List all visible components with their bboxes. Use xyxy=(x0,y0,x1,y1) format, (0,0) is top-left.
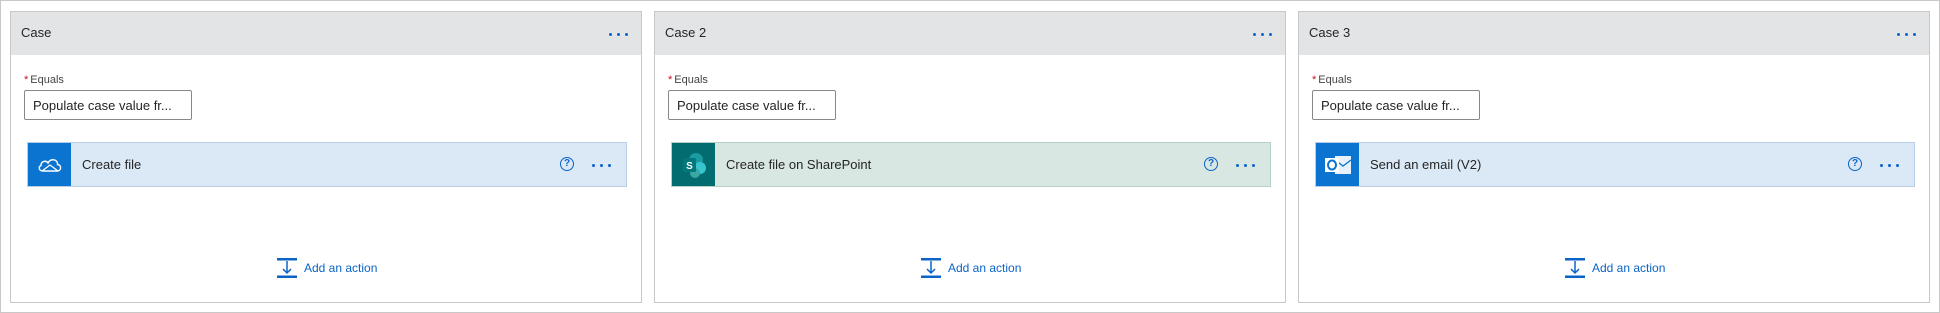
action-more-options-icon[interactable] xyxy=(1878,157,1902,173)
case-equals-input[interactable] xyxy=(24,90,192,120)
add-action-label: Add an action xyxy=(304,261,378,275)
action-card-send-email[interactable]: Send an email (V2) ? xyxy=(1315,142,1915,187)
action-more-options-icon[interactable] xyxy=(590,157,614,173)
add-action-label: Add an action xyxy=(948,261,1022,275)
switch-cases-container: Case *Equals Create file ? Add an a xyxy=(0,0,1940,313)
case-header[interactable]: Case xyxy=(11,12,641,55)
outlook-icon xyxy=(1316,143,1359,186)
case-more-options-icon[interactable] xyxy=(607,26,631,42)
equals-label: * Equals xyxy=(1312,74,1352,86)
equals-label-text: Equals xyxy=(30,74,64,86)
svg-text:S: S xyxy=(686,161,693,172)
case-header[interactable]: Case 2 xyxy=(655,12,1285,55)
action-card-create-file[interactable]: Create file ? xyxy=(27,142,627,187)
sharepoint-icon: S xyxy=(672,143,715,186)
case-card: Case 3 *Equals Send an email (V2) ? xyxy=(1298,11,1930,303)
case-header[interactable]: Case 3 xyxy=(1299,12,1929,55)
add-action-icon xyxy=(1565,258,1585,278)
equals-label: * Equals xyxy=(24,74,64,86)
case-card: Case *Equals Create file ? Add an a xyxy=(10,11,642,303)
action-card-create-file-sharepoint[interactable]: S Create file on SharePoint ? xyxy=(671,142,1271,187)
add-an-action-button[interactable]: Add an action xyxy=(920,257,1021,279)
case-card: Case 2 *Equals S Create file on SharePoi… xyxy=(654,11,1286,303)
action-title: Create file xyxy=(82,157,142,172)
equals-label-text: Equals xyxy=(674,74,708,86)
case-title: Case 2 xyxy=(665,25,707,40)
help-icon[interactable]: ? xyxy=(1848,157,1862,171)
add-action-icon xyxy=(277,258,297,278)
case-title: Case xyxy=(21,25,52,40)
equals-label-text: Equals xyxy=(1318,74,1352,86)
help-icon[interactable]: ? xyxy=(1204,157,1218,171)
action-title: Send an email (V2) xyxy=(1370,157,1482,172)
add-an-action-button[interactable]: Add an action xyxy=(1564,257,1665,279)
add-an-action-button[interactable]: Add an action xyxy=(276,257,377,279)
case-title: Case 3 xyxy=(1309,25,1351,40)
add-action-label: Add an action xyxy=(1592,261,1666,275)
add-action-icon xyxy=(921,258,941,278)
help-icon[interactable]: ? xyxy=(560,157,574,171)
equals-label: * Equals xyxy=(668,74,708,86)
action-more-options-icon[interactable] xyxy=(1234,157,1258,173)
case-equals-input[interactable] xyxy=(1312,90,1480,120)
case-equals-input[interactable] xyxy=(668,90,836,120)
case-more-options-icon[interactable] xyxy=(1251,26,1275,42)
onedrive-cloud-icon xyxy=(28,143,71,186)
action-title: Create file on SharePoint xyxy=(726,157,872,172)
case-more-options-icon[interactable] xyxy=(1895,26,1919,42)
